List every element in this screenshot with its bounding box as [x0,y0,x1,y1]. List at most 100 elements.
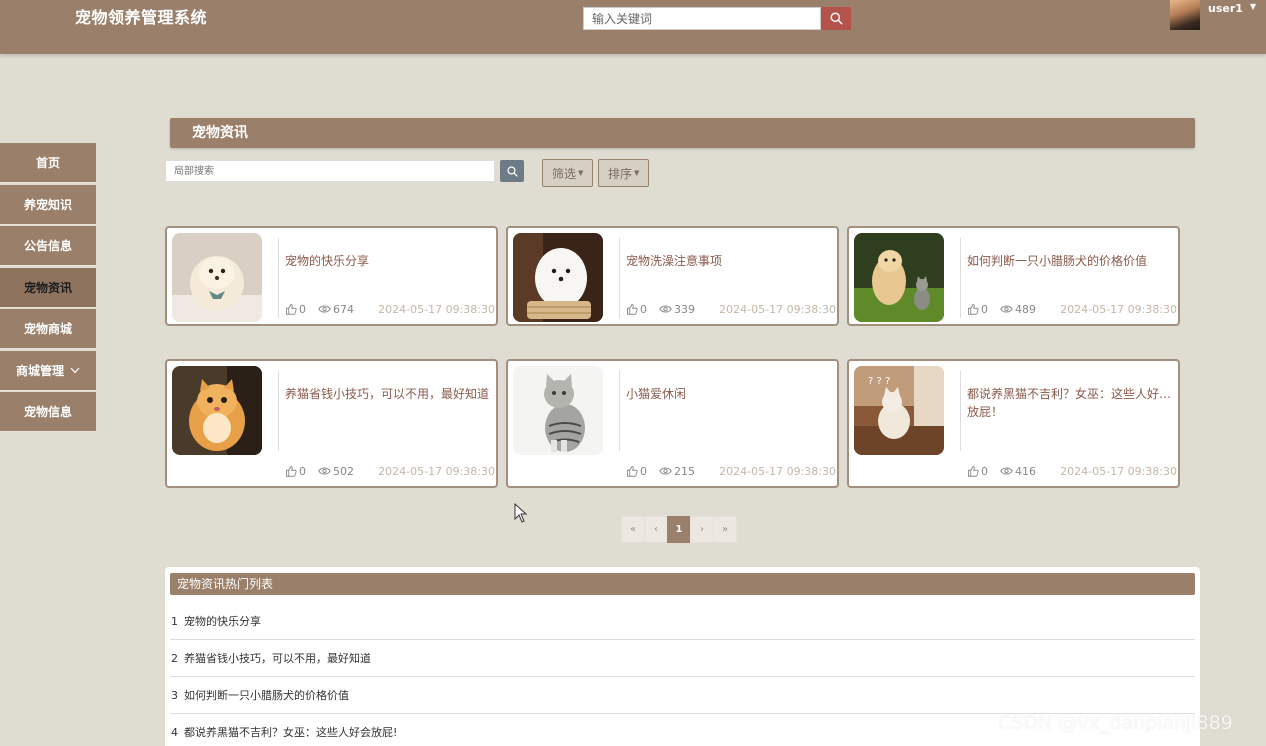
filter-dropdown-button[interactable]: 筛选 ▼ [542,159,594,187]
views-count: 416 [1015,464,1036,478]
thumbs-up-icon [627,466,638,477]
news-title[interactable]: 小猫爱休闲 [626,385,831,403]
news-date: 2024-05-17 09:38:30 [1060,464,1177,478]
hot-title[interactable]: 宠物的快乐分享 [184,613,261,629]
likes[interactable]: 0 [967,465,988,478]
page-last-button[interactable]: » [713,516,737,543]
local-search-input[interactable] [165,160,495,182]
news-title[interactable]: 都说养黑猫不吉利？女巫：这些人好…放屁！ [967,385,1172,421]
news-meta: 0 502 2024-05-17 09:38:30 [285,464,495,478]
likes[interactable]: 0 [285,465,306,478]
news-date: 2024-05-17 09:38:30 [719,464,836,478]
hot-rank: 2 [171,651,178,665]
page-current-button[interactable]: 1 [667,516,691,543]
news-thumbnail-silver-tabby-cat[interactable] [513,366,603,455]
divider [278,238,279,318]
username-label[interactable]: user1 [1208,2,1243,15]
views: 502 [318,465,354,478]
search-icon [506,165,518,177]
thumbs-up-icon [286,304,297,315]
news-thumbnail-white-fluffy-puppy[interactable] [172,233,262,322]
news-thumbnail-orange-kitten[interactable] [172,366,262,455]
sidebar-item-label: 首页 [35,156,60,170]
sort-dropdown-button[interactable]: 排序 ▼ [598,159,650,187]
news-date: 2024-05-17 09:38:30 [378,464,495,478]
sidebar-item-announcements[interactable]: 公告信息 [0,226,96,266]
sidebar-item-shop-management[interactable]: 商城管理 [0,350,96,391]
sidebar-item-label: 公告信息 [23,239,72,253]
hot-list-item[interactable]: 2 养猫省钱小技巧，可以不用，最好知道 [170,640,1195,677]
watermark: CSDN @vx_danpianji889 [998,712,1233,734]
divider [960,371,961,451]
likes-count: 0 [640,302,647,316]
local-search-button[interactable] [500,160,524,182]
views: 674 [318,303,354,316]
sidebar-item-pet-info[interactable]: 宠物信息 [0,392,96,432]
news-card[interactable]: ? ? ? 都说养黑猫不吉利？女巫：这些人好…放屁！ 0 416 2024-05… [847,359,1180,488]
news-card[interactable]: 宠物洗澡注意事项 0 339 2024-05-17 09:38:30 [506,226,839,326]
news-meta: 0 489 2024-05-17 09:38:30 [967,302,1177,316]
likes[interactable]: 0 [967,303,988,316]
keyword-search-button[interactable] [821,7,851,30]
news-meta: 0 674 2024-05-17 09:38:30 [285,302,495,316]
sidebar-item-pet-news[interactable]: 宠物资讯 [0,267,96,308]
sidebar-item-label: 养宠知识 [23,197,72,212]
likes-count: 0 [299,464,306,478]
mouse-cursor-icon [514,503,528,523]
news-card[interactable]: 养猫省钱小技巧，可以不用，最好知道 0 502 2024-05-17 09:38… [165,359,498,488]
sidebar-item-label: 宠物信息 [23,405,72,419]
hot-title[interactable]: 都说养黑猫不吉利？女巫：这些人好会放屁! [184,724,397,740]
news-meta: 0 215 2024-05-17 09:38:30 [626,464,836,478]
views-count: 339 [674,302,695,316]
thumbs-up-icon [627,304,638,315]
sidebar-item-pet-knowledge[interactable]: 养宠知识 [0,184,96,225]
pagination: « ‹ 1 › » [621,516,737,543]
page-next-button[interactable]: › [690,516,714,543]
eye-icon [318,467,331,475]
news-title[interactable]: 宠物的快乐分享 [285,252,490,270]
section-title: 宠物资讯 [170,118,1195,148]
page-prev-button[interactable]: ‹ [644,516,668,543]
search-icon [829,12,843,25]
likes-count: 0 [981,464,988,478]
top-header: 宠物领养管理系统 user1 ▼ [0,0,1266,54]
views-count: 489 [1015,302,1036,316]
sidebar-item-label: 宠物资讯 [23,280,72,295]
sidebar-item-pet-shop[interactable]: 宠物商城 [0,309,96,349]
news-thumbnail-confused-cat[interactable]: ? ? ? [854,366,944,455]
hot-title[interactable]: 养猫省钱小技巧，可以不用，最好知道 [184,650,371,666]
news-thumbnail-puppy-and-kitten-on-grass[interactable] [854,233,944,322]
views: 339 [659,303,695,316]
views-count: 215 [674,464,695,478]
likes[interactable]: 0 [626,303,647,316]
user-menu-caret-icon[interactable]: ▼ [1250,2,1256,11]
news-card[interactable]: 如何判断一只小腊肠犬的价格价值 0 489 2024-05-17 09:38:3… [847,226,1180,326]
sidebar-item-home[interactable]: 首页 [0,143,96,183]
hot-list-item[interactable]: 3 如何判断一只小腊肠犬的价格价值 [170,677,1195,714]
news-card[interactable]: 小猫爱休闲 0 215 2024-05-17 09:38:30 [506,359,839,488]
news-title[interactable]: 如何判断一只小腊肠犬的价格价值 [967,252,1172,270]
divider [960,238,961,318]
hot-list-item[interactable]: 1 宠物的快乐分享 [170,603,1195,640]
likes[interactable]: 0 [285,303,306,316]
user-avatar[interactable] [1170,0,1200,30]
views-count: 502 [333,464,354,478]
hot-title[interactable]: 如何判断一只小腊肠犬的价格价值 [184,687,349,703]
likes[interactable]: 0 [626,465,647,478]
hot-rank: 3 [171,688,178,702]
site-brand[interactable]: 宠物领养管理系统 [75,8,207,28]
news-title[interactable]: 宠物洗澡注意事项 [626,252,831,270]
sidebar-item-label: 宠物商城 [23,322,72,336]
news-date: 2024-05-17 09:38:30 [378,302,495,316]
news-title[interactable]: 养猫省钱小技巧，可以不用，最好知道 [285,385,490,403]
page-first-button[interactable]: « [621,516,645,543]
news-card[interactable]: 宠物的快乐分享 0 674 2024-05-17 09:38:30 [165,226,498,326]
svg-text:? ? ?: ? ? ? [868,376,890,387]
eye-icon [659,305,672,313]
views: 416 [1000,465,1036,478]
news-date: 2024-05-17 09:38:30 [719,302,836,316]
thumbs-up-icon [968,466,979,477]
news-thumbnail-maltese-puppy-in-basket[interactable] [513,233,603,322]
divider [619,371,620,451]
keyword-search-input[interactable] [583,7,821,30]
